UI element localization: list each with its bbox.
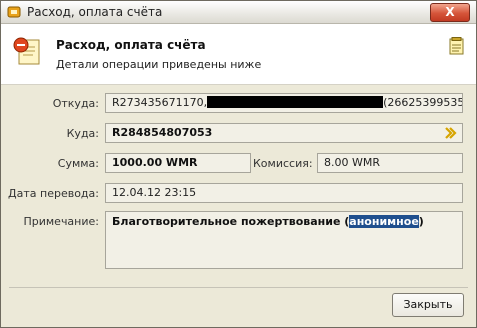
- amount-field[interactable]: 1000.00 WMR: [105, 153, 251, 173]
- header-subtitle: Детали операции приведены ниже: [56, 58, 262, 71]
- from-wmid: (266253995352): [383, 96, 462, 109]
- from-field[interactable]: R273435671170, (266253995352): [105, 93, 463, 113]
- to-label: Куда:: [66, 127, 99, 140]
- title-bar: Расход, оплата счёта X: [1, 1, 476, 24]
- close-button[interactable]: Закрыть: [392, 293, 464, 317]
- note-text: Благотворительное пожертвование (: [112, 215, 350, 228]
- invoice-payment-icon: [13, 36, 43, 66]
- fee-label: Комиссия:: [253, 157, 313, 170]
- date-label: Дата перевода:: [8, 187, 99, 200]
- details-form: Откуда: R273435671170, (266253995352) Куд…: [1, 85, 476, 289]
- payment-dialog: Расход, оплата счёта X Расход, оплата сч…: [0, 0, 477, 328]
- note-field[interactable]: Благотворительное пожертвование (анонимн…: [105, 211, 463, 269]
- window-close-button[interactable]: X: [430, 3, 470, 22]
- chevron-right-icon[interactable]: [444, 126, 458, 140]
- amount-label: Сумма:: [57, 157, 99, 170]
- to-field[interactable]: R284854807053: [105, 123, 463, 143]
- note-text-end: ): [418, 215, 424, 228]
- redacted-block: [207, 96, 384, 108]
- date-field[interactable]: 12.04.12 23:15: [105, 183, 463, 203]
- app-icon: [7, 5, 21, 19]
- footer-divider: [9, 287, 468, 288]
- header-title: Расход, оплата счёта: [56, 38, 206, 52]
- to-wallet: R284854807053: [112, 126, 213, 139]
- fee-field[interactable]: 8.00 WMR: [317, 153, 463, 173]
- window-title: Расход, оплата счёта: [27, 5, 163, 19]
- note-label: Примечание:: [23, 215, 99, 228]
- from-wallet: R273435671170,: [112, 96, 208, 109]
- document-icon[interactable]: [449, 37, 464, 55]
- header-panel: Расход, оплата счёта Детали операции при…: [1, 24, 476, 85]
- from-label: Откуда:: [52, 97, 99, 110]
- note-selected-text: анонимное: [349, 215, 419, 228]
